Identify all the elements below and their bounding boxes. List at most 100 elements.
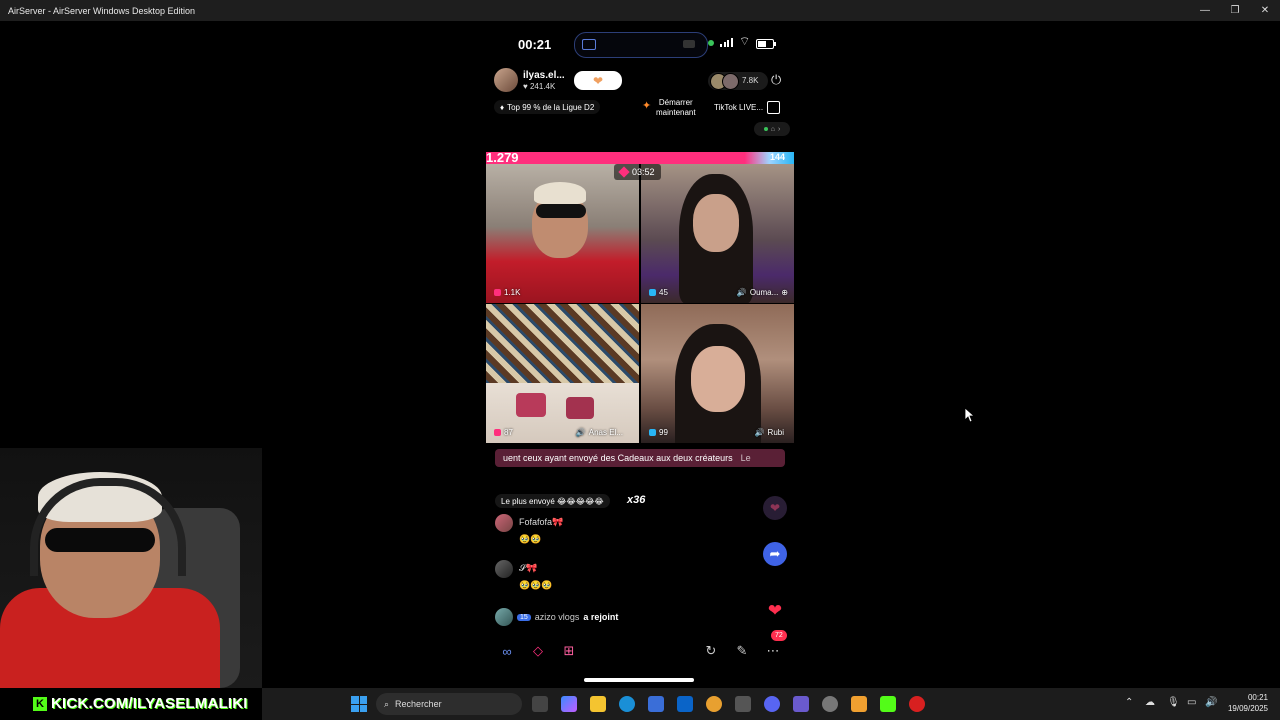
guest-name-label: Anas El...: [588, 428, 623, 437]
speaker-icon: 🔊: [754, 428, 765, 437]
guest-score-value: 1.1K: [504, 288, 521, 297]
screen-mirroring-icon: [582, 39, 596, 50]
most-sent-badge: Le plus envoyé 😂😂😂😂😂: [495, 494, 610, 508]
kick-app-icon[interactable]: [880, 696, 896, 712]
live-studio-icon: [767, 101, 781, 114]
search-icon: ⌕: [384, 698, 390, 709]
host-avatar[interactable]: [494, 68, 518, 92]
guest-video: [693, 194, 739, 252]
viewer-avatar: [722, 73, 739, 90]
edge-icon[interactable]: [619, 696, 635, 712]
diamond-icon: ♦: [500, 102, 505, 112]
league-rank-text: Top 99 % de la Ligue D2: [507, 102, 595, 112]
guest-tile-3[interactable]: 87 🔊 Anas El...: [486, 304, 639, 443]
minimize-button[interactable]: —: [1190, 0, 1220, 21]
like-heart-icon[interactable]: ❤: [763, 599, 787, 623]
guest-name: 🔊 Rubi: [755, 428, 784, 437]
viewer-count[interactable]: 7.8K: [708, 72, 768, 90]
commenter-avatar[interactable]: [495, 560, 513, 578]
tiktok-live-button[interactable]: TikTok LIVE...: [714, 101, 781, 114]
ticker-text-tail: Le: [740, 453, 751, 463]
blue-team-icon: [649, 429, 656, 436]
battle-right-score: 144: [769, 152, 785, 162]
kick-channel-banner: K KICK.COM/ILYASELMALIKI: [29, 694, 252, 713]
camera-indicator-dot: [708, 40, 714, 46]
heart-icon: ♥: [523, 82, 528, 91]
file-explorer-icon[interactable]: [590, 696, 606, 712]
app-notification-icon[interactable]: [909, 696, 925, 712]
joiner-avatar: [495, 608, 513, 626]
microphone-icon[interactable]: 🎙: [1167, 697, 1180, 708]
host-name: ilyas.el...: [523, 70, 565, 81]
battle-ticker: uent ceux ayant envoyé des Cadeaux aux d…: [495, 449, 785, 467]
user-level-badge: 15: [517, 613, 531, 621]
taskbar-clock[interactable]: 00:21 19/09/2025: [1224, 692, 1268, 714]
start-now-button[interactable]: ✦ Démarrer maintenant: [642, 98, 696, 118]
home-indicator[interactable]: [584, 678, 694, 682]
cellular-signal-icon: [720, 37, 733, 47]
ticker-text: uent ceux ayant envoyé des Cadeaux aux d…: [503, 453, 733, 463]
wifi-icon: ⌔: [739, 34, 751, 48]
guest-score: 1.1K: [494, 288, 520, 297]
phone-clock: 00:21: [518, 37, 552, 52]
game-controller-icon[interactable]: [793, 696, 809, 712]
power-icon[interactable]: ⏻: [771, 72, 781, 88]
live-mini-controls[interactable]: ⌂ ›: [754, 122, 790, 136]
add-icon[interactable]: ⊕: [781, 288, 788, 297]
outlook-icon[interactable]: [677, 696, 693, 712]
host-likes: ♥ 241.4K: [523, 82, 555, 91]
tiktok-live-label: TikTok LIVE...: [714, 103, 764, 112]
pink-team-icon: [494, 429, 501, 436]
share-icon[interactable]: ➦: [763, 542, 787, 566]
host-likes-value: 241.4K: [529, 82, 556, 91]
commenter-avatar[interactable]: [495, 514, 513, 532]
live-dot-icon: [763, 127, 768, 131]
guest-name: 🔊 Anas El...: [576, 428, 623, 437]
more-features-icon[interactable]: ⊞: [557, 639, 581, 663]
comment-text: 🥹🥹: [519, 534, 542, 544]
bottom-toolbar: ∞ ◇ ⊞ ↻ ✎ ⋯: [486, 639, 794, 663]
chrome-icon[interactable]: [706, 696, 722, 712]
obs-icon[interactable]: [822, 696, 838, 712]
discord-icon[interactable]: [764, 696, 780, 712]
task-view-icon[interactable]: [532, 696, 548, 712]
mirrored-phone-screen: 00:21 ⌔ ilyas.el... ♥ 241.4K ❤ 7.8K ⏻ ♦ …: [486, 21, 794, 688]
guest-tile-1[interactable]: 1.1K: [486, 164, 639, 303]
kick-url: KICK.COM/ILYASELMALIKI: [51, 695, 248, 712]
start-button[interactable]: [351, 696, 367, 712]
follow-button[interactable]: ❤: [574, 71, 622, 90]
mouse-cursor-icon: [964, 407, 976, 427]
league-rank-badge[interactable]: ♦ Top 99 % de la Ligue D2: [494, 100, 601, 114]
taskbar-date: 19/09/2025: [1227, 704, 1268, 713]
chevron-right-icon: ›: [777, 125, 781, 133]
copilot-icon[interactable]: [561, 696, 577, 712]
magic-wand-icon[interactable]: ✎: [730, 639, 754, 663]
maximize-button[interactable]: ❐: [1220, 0, 1250, 21]
app-icon[interactable]: [851, 696, 867, 712]
guest-tile-4[interactable]: 99 🔊 Rubi: [641, 304, 794, 443]
guest-score: 99: [649, 428, 668, 437]
taskbar-search[interactable]: ⌕ Rechercher: [376, 693, 522, 715]
cloud-icon[interactable]: ☁: [1145, 697, 1155, 708]
home-icon: ⌂: [770, 125, 775, 133]
joiner-name: azizo vlogs: [534, 612, 580, 622]
search-placeholder: Rechercher: [395, 699, 442, 709]
network-icon[interactable]: ▭: [1187, 697, 1196, 708]
rotate-camera-icon[interactable]: ↻: [699, 639, 723, 663]
link-guests-icon[interactable]: ∞: [495, 639, 519, 663]
store-icon[interactable]: [648, 696, 664, 712]
chevron-up-icon[interactable]: ⌃: [1125, 697, 1133, 708]
battle-match-icon[interactable]: ◇: [526, 639, 550, 663]
window-title-bar: AirServer - AirServer Windows Desktop Ed…: [0, 0, 1280, 21]
notification-badge: 72: [771, 630, 787, 641]
most-sent-multiplier: x36: [627, 494, 646, 506]
more-options-icon[interactable]: ⋯: [761, 639, 785, 663]
favorite-icon[interactable]: ❤: [763, 496, 787, 520]
airserver-icon[interactable]: [735, 696, 751, 712]
volume-icon[interactable]: 🔊: [1205, 697, 1217, 708]
guest-tile-2[interactable]: 45 🔊 Ouma... ⊕: [641, 164, 794, 303]
battery-icon: [756, 39, 776, 49]
close-button[interactable]: ✕: [1250, 0, 1280, 21]
join-action: a rejoint: [583, 612, 619, 622]
fire-icon: ✦: [642, 100, 652, 112]
